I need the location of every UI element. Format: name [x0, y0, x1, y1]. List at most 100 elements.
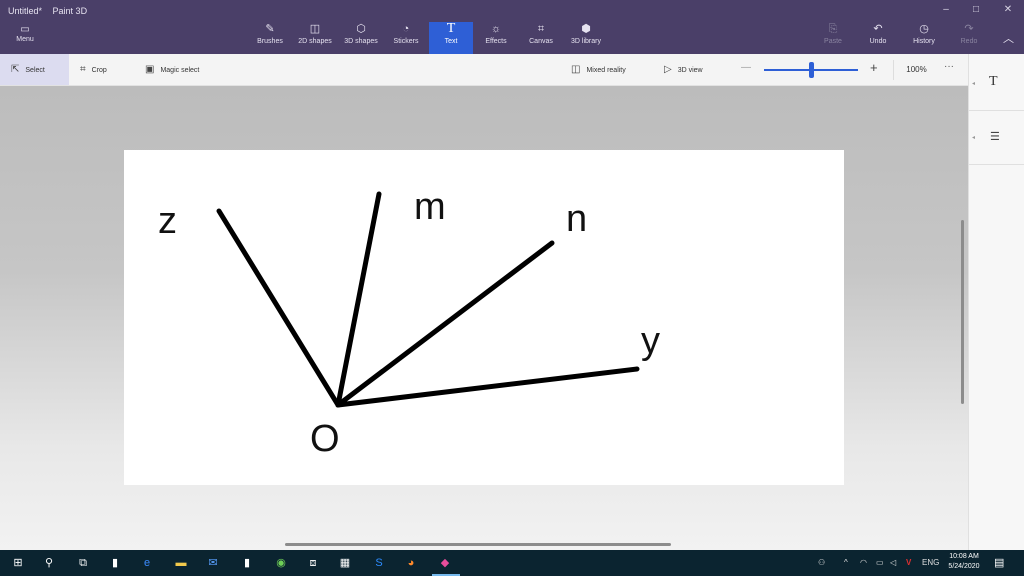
history-icon: ◷ — [919, 23, 929, 35]
tool-label: 2D shapes — [298, 38, 332, 45]
3d-view-toggle[interactable]: ▷ 3D view — [664, 63, 703, 77]
app-name: Paint 3D — [52, 6, 88, 16]
ray-oz — [216, 208, 341, 408]
ribbon: Untitled* Paint 3D – □ ✕ ▭ Menu ✎ Brushe… — [0, 0, 1024, 54]
label-y: y — [641, 320, 660, 362]
collapse-arrow-icon[interactable]: ◂ — [972, 80, 975, 87]
3d-view-label: 3D view — [677, 66, 703, 74]
chrome-icon[interactable]: ◉ — [270, 554, 292, 572]
tool-3d-library[interactable]: ⬢ 3D library — [566, 22, 606, 54]
edge-browser-icon[interactable]: e — [136, 554, 158, 572]
mixed-reality-label: Mixed reality — [586, 66, 626, 74]
clock-date: 5/24/2020 — [948, 563, 980, 570]
tool-label: Canvas — [529, 38, 553, 45]
mixed-reality-icon: ◫ — [571, 64, 581, 75]
window-title: Untitled* Paint 3D — [8, 6, 95, 16]
zoom-in-icon[interactable]: + — [870, 60, 878, 75]
zoom-level[interactable]: 100% — [893, 60, 939, 80]
ray-oy — [335, 366, 640, 408]
label-m: m — [414, 186, 446, 228]
zoom-out-icon[interactable]: — — [741, 62, 751, 73]
tool-label: Effects — [485, 38, 507, 45]
tool-effects[interactable]: ☼ Effects — [480, 22, 512, 54]
menu-button[interactable]: ▭ Menu — [8, 24, 42, 50]
vertical-scrollbar[interactable] — [961, 220, 964, 404]
3d-view-icon: ▷ — [664, 64, 672, 75]
skype-icon[interactable]: S — [368, 554, 390, 572]
redo-label: Redo — [960, 38, 978, 45]
battery-icon[interactable]: ▭ — [876, 555, 884, 571]
collapse-arrow-icon[interactable]: ◂ — [972, 134, 975, 141]
firefox-icon[interactable]: ◕ — [400, 554, 422, 572]
antivirus-icon[interactable]: V — [906, 555, 911, 571]
paste-button[interactable]: ⎘ Paste — [818, 22, 848, 54]
crop-icon: ⌗ — [80, 64, 86, 75]
stickers-icon: ◔ — [402, 23, 410, 35]
tool-stickers[interactable]: ◔ Stickers — [388, 22, 424, 54]
zoom-slider-thumb[interactable] — [809, 62, 814, 78]
effects-icon: ☼ — [490, 23, 502, 35]
file-explorer-icon[interactable]: ▬ — [170, 554, 192, 572]
people-icon[interactable]: ⚇ — [818, 555, 825, 571]
calculator-icon[interactable]: ▦ — [334, 554, 356, 572]
tool-label: 3D shapes — [344, 38, 378, 45]
volume-icon[interactable]: ◁ — [890, 555, 896, 571]
mail-icon[interactable]: ✉ — [202, 554, 224, 572]
adjust-settings-icon[interactable]: ☰ — [990, 130, 1000, 143]
panel-divider — [969, 164, 1024, 165]
more-options-icon[interactable]: ··· — [944, 61, 954, 72]
windows-start-icon[interactable]: ⊞ — [7, 554, 29, 572]
text-panel-icon[interactable]: T — [989, 74, 998, 90]
minimize-button[interactable]: – — [932, 2, 960, 18]
file-icon[interactable]: ▮ — [104, 554, 126, 572]
store-icon[interactable]: ⧈ — [302, 554, 324, 572]
tool-label: 3D library — [571, 38, 601, 45]
canvas-icon: ⌗ — [537, 23, 545, 35]
horizontal-scrollbar[interactable] — [285, 543, 671, 546]
task-view-icon[interactable]: ⧉ — [72, 554, 94, 572]
crop-label: Crop — [91, 66, 107, 74]
redo-button[interactable]: ↷ Redo — [954, 22, 984, 54]
maximize-button[interactable]: □ — [962, 2, 990, 18]
undo-icon: ↶ — [873, 23, 883, 35]
paste-icon: ⎘ — [828, 23, 838, 35]
cursor-icon: ⇱ — [11, 64, 20, 75]
magic-select-button[interactable]: ▣ Magic select — [145, 63, 199, 77]
tool-2d-shapes[interactable]: ◫ 2D shapes — [294, 22, 336, 54]
history-button[interactable]: ◷ History — [906, 22, 942, 54]
side-panel: ◂ T ◂ ☰ — [968, 54, 1024, 550]
paste-label: Paste — [824, 38, 842, 45]
angle-drawing — [216, 191, 640, 408]
clock[interactable]: 10:08 AM 5/24/2020 — [944, 552, 984, 572]
collapse-ribbon-icon[interactable]: ︿ — [1003, 30, 1014, 46]
history-label: History — [913, 38, 935, 45]
panel-divider — [969, 110, 1024, 111]
paint-3d-icon[interactable]: ◆ — [434, 554, 456, 572]
label-o: O — [310, 418, 340, 460]
tool-label: Stickers — [393, 38, 419, 45]
notification-center-icon[interactable]: ▤ — [994, 556, 1004, 569]
mixed-reality-button[interactable]: ◫ Mixed reality — [571, 63, 626, 77]
tool-text[interactable]: T Text — [429, 22, 473, 54]
document-title: Untitled* — [8, 6, 43, 16]
magic-select-label: Magic select — [160, 66, 200, 74]
crop-button[interactable]: ⌗ Crop — [80, 63, 107, 77]
drawing-canvas[interactable]: z m n y O — [124, 150, 844, 485]
select-label: Select — [25, 66, 45, 74]
tool-3d-shapes[interactable]: ⬡ 3D shapes — [340, 22, 382, 54]
undo-button[interactable]: ↶ Undo — [862, 22, 894, 54]
language-indicator[interactable]: ENG — [922, 555, 939, 571]
close-button[interactable]: ✕ — [994, 2, 1022, 18]
2d-shapes-icon: ◫ — [309, 23, 321, 35]
select-button[interactable]: ⇱ Select — [11, 63, 45, 77]
show-hidden-icons[interactable]: ^ — [844, 555, 848, 571]
tool-label: Brushes — [257, 38, 283, 45]
search-icon[interactable]: ⚲ — [38, 554, 60, 572]
wifi-icon[interactable]: ◠ — [860, 555, 867, 571]
tool-canvas[interactable]: ⌗ Canvas — [525, 22, 557, 54]
document-icon[interactable]: ▮ — [236, 554, 258, 572]
brush-icon: ✎ — [265, 23, 275, 35]
tool-brushes[interactable]: ✎ Brushes — [252, 22, 288, 54]
undo-label: Undo — [869, 38, 887, 45]
taskbar: ⊞ ⚲ ⧉ ▮ e ▬ ✉ ▮ ◉ ⧈ ▦ S ◕ ◆ ⚇ ^ ◠ ▭ ◁ V … — [0, 550, 1024, 576]
